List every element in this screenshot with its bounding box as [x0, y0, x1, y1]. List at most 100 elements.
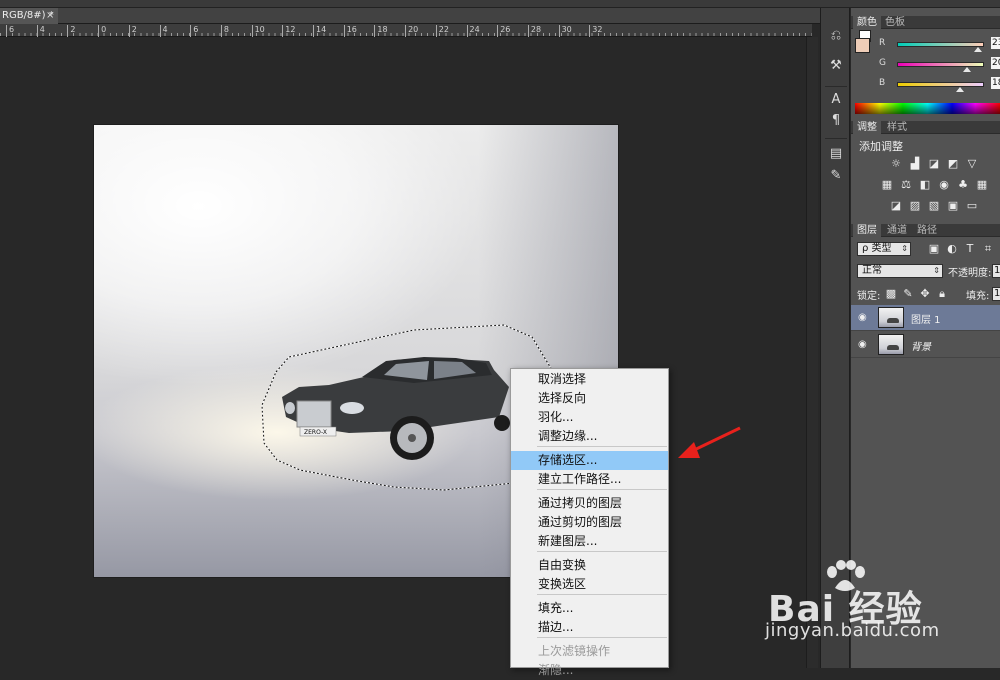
fill-field[interactable]: 1 [992, 287, 1000, 301]
context-menu: 取消选择 选择反向 羽化... 调整边缘... 存储选区... 建立工作路径... 通过拷贝… [510, 368, 669, 677]
tool-presets-icon[interactable]: ⚒ [828, 58, 844, 74]
menu-item[interactable]: 描边... [511, 618, 668, 637]
menu-item[interactable]: 自由变换 [511, 556, 668, 575]
dock-separator [825, 86, 847, 87]
layer-comps-icon[interactable]: ▤ [828, 146, 844, 162]
brightness-icon[interactable]: ☼ [889, 158, 903, 170]
menu-item[interactable]: 变换选区 [511, 575, 668, 594]
filter-adjustment-icon[interactable]: ◐ [945, 243, 959, 255]
slider-red[interactable]: R 238 [857, 37, 1000, 52]
menu-item: 渐隐... [538, 663, 574, 677]
ruler-number: 6 [9, 25, 15, 34]
ruler-tick [589, 25, 591, 37]
menu-item[interactable]: 羽化... [511, 408, 668, 427]
layer-row-background[interactable]: ◉ 背景 [851, 332, 1000, 358]
posterize-icon[interactable]: ▨ [908, 200, 922, 212]
tab-layers[interactable]: 图层 [853, 224, 881, 237]
dock-separator [825, 138, 847, 139]
slider-green-value[interactable]: 205 [991, 57, 1000, 69]
slider-blue-track[interactable] [897, 82, 984, 87]
slider-red-value[interactable]: 238 [991, 37, 1000, 49]
menu-item[interactable]: 建立工作路径... [511, 470, 668, 489]
notes-icon[interactable]: ✎ [828, 168, 844, 184]
menu-item[interactable]: 存储选区... [511, 451, 668, 470]
document-tab[interactable]: RGB/8#) * × [0, 8, 58, 24]
tab-channels[interactable]: 通道 [883, 224, 911, 237]
menu-item[interactable]: 新建图层... [511, 532, 668, 551]
tab-styles[interactable]: 样式 [883, 121, 911, 134]
photo-filter-icon[interactable]: ◉ [937, 179, 951, 191]
tab-adjustments[interactable]: 调整 [853, 121, 881, 134]
gradient-map-icon[interactable]: ▭ [965, 200, 979, 212]
watermark-url: jingyan.baidu.com [765, 620, 940, 641]
threshold-icon[interactable]: ▧ [927, 200, 941, 212]
layer-row-layer-1[interactable]: ◉ 图层 1 [851, 305, 1000, 331]
filter-shape-icon[interactable]: ⌗ [981, 243, 995, 255]
menu-item[interactable]: 取消选择 [511, 370, 668, 389]
slider-red-track[interactable] [897, 42, 984, 47]
layer-thumbnail [878, 307, 904, 328]
character-icon[interactable]: A [828, 92, 844, 108]
slider-blue[interactable]: B 184 [857, 77, 1000, 92]
ruler-tick [343, 25, 345, 37]
ruler-tick [190, 25, 192, 37]
ruler-number: 4 [39, 25, 45, 34]
ruler-number: 20 [408, 25, 419, 34]
history-icon[interactable]: ⎌ [828, 28, 844, 44]
filter-pixel-icon[interactable]: ▣ [927, 243, 941, 255]
slider-red-thumb[interactable] [973, 47, 982, 52]
tab-color[interactable]: 颜色 [853, 16, 881, 29]
slider-green-thumb[interactable] [962, 67, 971, 72]
menu-item[interactable]: 通过拷贝的图层 [511, 494, 668, 513]
levels-icon[interactable]: ▟ [908, 158, 922, 170]
lock-all-icon[interactable]: 🔒︎ [935, 288, 949, 300]
layer-filter-select[interactable]: ρ 类型 ⇕ [857, 242, 911, 256]
menu-item[interactable]: 填充... [511, 599, 668, 618]
opacity-value: 1 [994, 265, 1000, 276]
visibility-eye-icon[interactable]: ◉ [858, 312, 867, 323]
ruler-number: 6 [193, 25, 199, 34]
color-lookup-icon[interactable]: ▦ [975, 179, 989, 191]
ruler-number: 24 [469, 25, 480, 34]
opacity-label: 不透明度: [948, 268, 992, 279]
opacity-field[interactable]: 1 [992, 264, 1000, 278]
ruler-tick [220, 25, 222, 37]
curves-icon[interactable]: ◪ [927, 158, 941, 170]
slider-blue-value[interactable]: 184 [991, 77, 1000, 89]
menu-separator [537, 446, 667, 447]
blend-mode-select[interactable]: 正常 ⇕ [857, 264, 943, 278]
black-white-icon[interactable]: ◧ [918, 179, 932, 191]
selective-color-icon[interactable]: ▣ [946, 200, 960, 212]
layer-name[interactable]: 图层 1 [911, 311, 941, 326]
slider-green-track[interactable] [897, 62, 984, 67]
filter-type-icon[interactable]: T [963, 243, 977, 255]
ruler-number: 10 [254, 25, 265, 34]
car-headlight [340, 402, 364, 414]
chevron-updown-icon: ⇕ [933, 266, 940, 275]
layer-name[interactable]: 背景 [911, 338, 931, 353]
ruler-tick [251, 25, 253, 37]
lock-transparent-icon[interactable]: ▩ [884, 288, 898, 300]
ruler-number: 16 [346, 25, 357, 34]
lock-pixels-icon[interactable]: ✎ [901, 288, 915, 300]
paragraph-icon[interactable]: ¶ [828, 113, 844, 129]
menu-item[interactable]: 选择反向 [511, 389, 668, 408]
color-balance-icon[interactable]: ⚖ [899, 179, 913, 191]
hue-saturation-icon[interactable]: ▦ [880, 179, 894, 191]
slider-blue-thumb[interactable] [955, 87, 964, 92]
menu-item[interactable]: 调整边缘... [511, 427, 668, 446]
tab-paths[interactable]: 路径 [913, 224, 941, 237]
lock-position-icon[interactable]: ✥ [918, 288, 932, 300]
channel-mixer-icon[interactable]: ♣ [956, 179, 970, 191]
tab-swatches[interactable]: 色板 [881, 16, 909, 29]
layer-thumbnail [878, 334, 904, 355]
slider-green[interactable]: G 205 [857, 57, 1000, 72]
tab-close-icon[interactable]: × [46, 8, 54, 24]
visibility-eye-icon[interactable]: ◉ [858, 339, 867, 350]
exposure-icon[interactable]: ◩ [946, 158, 960, 170]
menu-item[interactable]: 通过剪切的图层 [511, 513, 668, 532]
color-spectrum-bar[interactable] [855, 103, 1000, 114]
canvas-area[interactable]: ZERO-X [0, 37, 806, 668]
invert-icon[interactable]: ◪ [889, 200, 903, 212]
vibrance-icon[interactable]: ▽ [965, 158, 979, 170]
